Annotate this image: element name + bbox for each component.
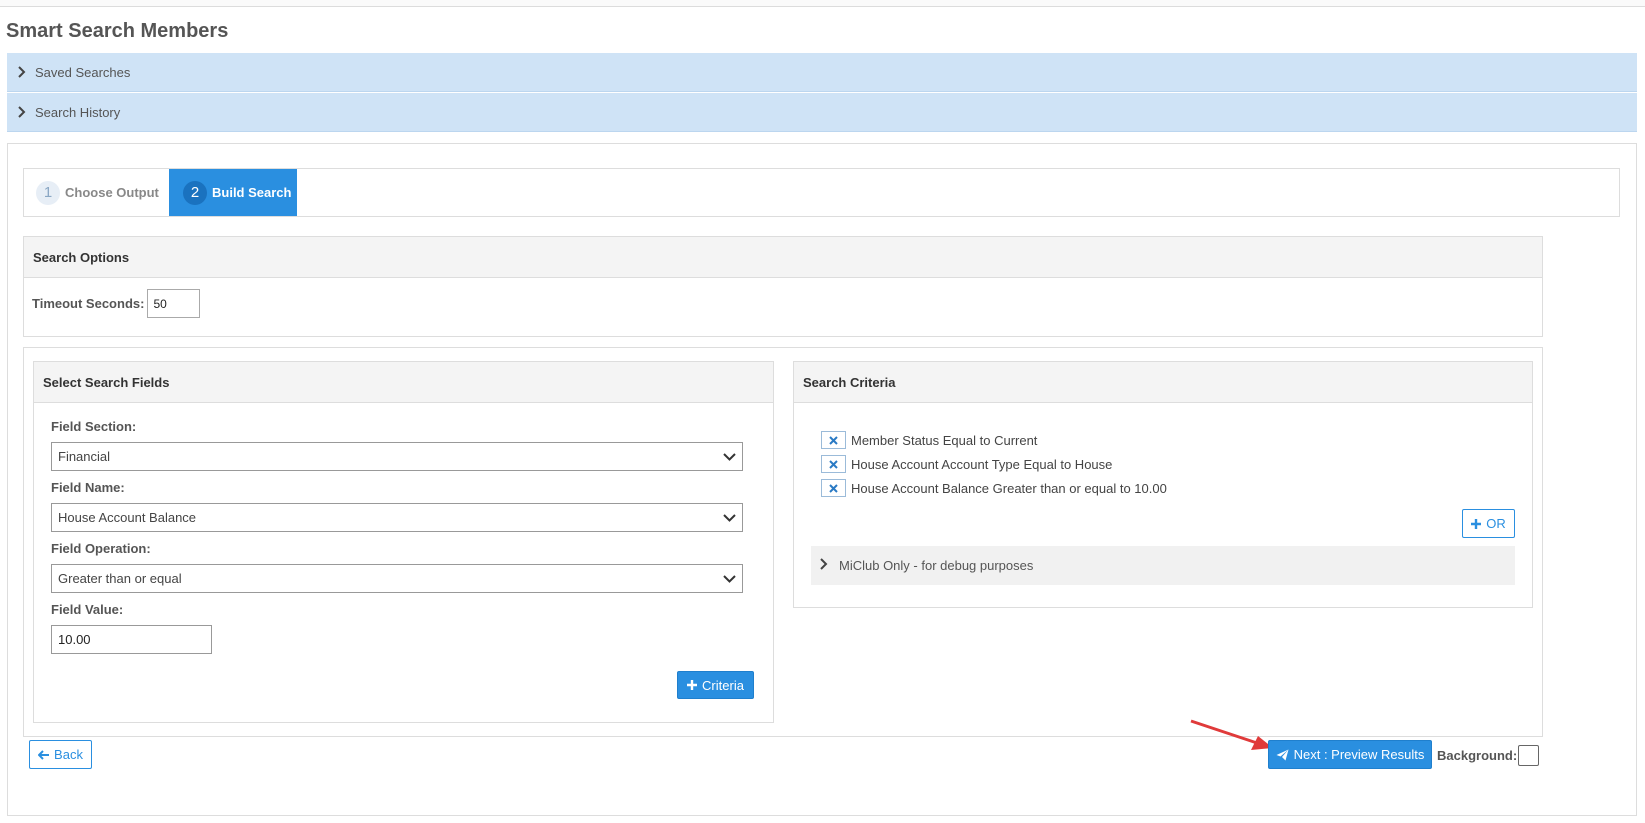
field-section-label: Field Section:	[51, 419, 137, 434]
debug-label: MiClub Only - for debug purposes	[839, 558, 1034, 573]
step-build-search[interactable]: 2 Build Search	[169, 169, 297, 216]
step-choose-output[interactable]: 1 Choose Output	[36, 169, 159, 216]
step-number: 2	[183, 180, 207, 205]
close-icon[interactable]	[821, 455, 846, 473]
saved-searches-accordion[interactable]: Saved Searches	[7, 53, 1637, 92]
or-label: OR	[1486, 516, 1506, 531]
search-criteria-heading: Search Criteria	[794, 362, 1532, 403]
step-number: 1	[36, 180, 60, 205]
add-criteria-button[interactable]: Criteria	[677, 671, 754, 699]
close-icon[interactable]	[821, 479, 846, 497]
plus-icon	[687, 680, 698, 690]
chevron-right-icon	[7, 66, 35, 78]
add-criteria-label: Criteria	[702, 677, 744, 693]
field-value-input[interactable]	[51, 625, 212, 654]
plus-icon	[1471, 518, 1482, 529]
timeout-label: Timeout Seconds:	[32, 296, 145, 311]
chevron-right-icon	[7, 106, 35, 118]
chevron-down-icon	[723, 511, 736, 527]
search-options-panel: Search Options Timeout Seconds:	[23, 236, 1543, 337]
next-label: Next : Preview Results	[1293, 747, 1425, 762]
search-history-label: Search History	[35, 104, 121, 120]
close-icon[interactable]	[821, 431, 846, 449]
back-label: Back	[54, 747, 83, 762]
chevron-down-icon	[723, 450, 736, 466]
debug-accordion[interactable]: MiClub Only - for debug purposes	[811, 546, 1515, 585]
field-name-select[interactable]: House Account Balance	[51, 503, 743, 532]
search-options-heading: Search Options	[24, 237, 1542, 278]
field-section-select[interactable]: Financial	[51, 442, 743, 471]
timeout-input[interactable]	[147, 289, 201, 318]
page-title: Smart Search Members	[6, 20, 229, 42]
criteria-item: House Account Account Type Equal to Hous…	[821, 455, 1112, 473]
field-value-label: Field Value:	[51, 602, 124, 617]
step-label: Build Search	[212, 185, 292, 200]
field-name-label: Field Name:	[51, 480, 125, 495]
annotation-arrow	[1190, 719, 1273, 750]
saved-searches-label: Saved Searches	[35, 64, 131, 80]
field-operation-value: Greater than or equal	[58, 571, 182, 586]
add-or-button[interactable]: OR	[1462, 509, 1515, 538]
step-label: Choose Output	[65, 185, 159, 200]
next-preview-results-button[interactable]: Next : Preview Results	[1268, 740, 1432, 769]
criteria-text: Member Status Equal to Current	[851, 432, 1038, 448]
field-operation-label: Field Operation:	[51, 541, 151, 556]
timeout-row: Timeout Seconds:	[32, 289, 201, 318]
wizard-steps: 1 Choose Output 2 Build Search	[23, 168, 1620, 217]
field-section-value: Financial	[58, 449, 111, 464]
field-name-value: House Account Balance	[58, 510, 197, 525]
criteria-text: House Account Account Type Equal to Hous…	[851, 456, 1113, 472]
select-search-fields-panel: Select Search Fields Field Section: Fina…	[33, 361, 774, 723]
arrow-left-icon	[38, 749, 50, 760]
back-button[interactable]: Back	[29, 740, 92, 769]
background-label: Background:	[1437, 748, 1518, 763]
criteria-item: Member Status Equal to Current	[821, 431, 1037, 449]
criteria-item: House Account Balance Greater than or eq…	[821, 479, 1167, 497]
search-criteria-panel: Search Criteria Member Status Equal to C…	[793, 361, 1533, 608]
chevron-right-icon	[811, 558, 839, 573]
paper-plane-icon	[1276, 749, 1289, 761]
chevron-down-icon	[723, 572, 736, 588]
top-rule	[0, 0, 1645, 7]
criteria-text: House Account Balance Greater than or eq…	[851, 480, 1167, 496]
select-fields-heading: Select Search Fields	[34, 362, 773, 403]
search-history-accordion[interactable]: Search History	[7, 93, 1637, 132]
background-checkbox[interactable]	[1518, 745, 1539, 766]
field-operation-select[interactable]: Greater than or equal	[51, 564, 743, 593]
